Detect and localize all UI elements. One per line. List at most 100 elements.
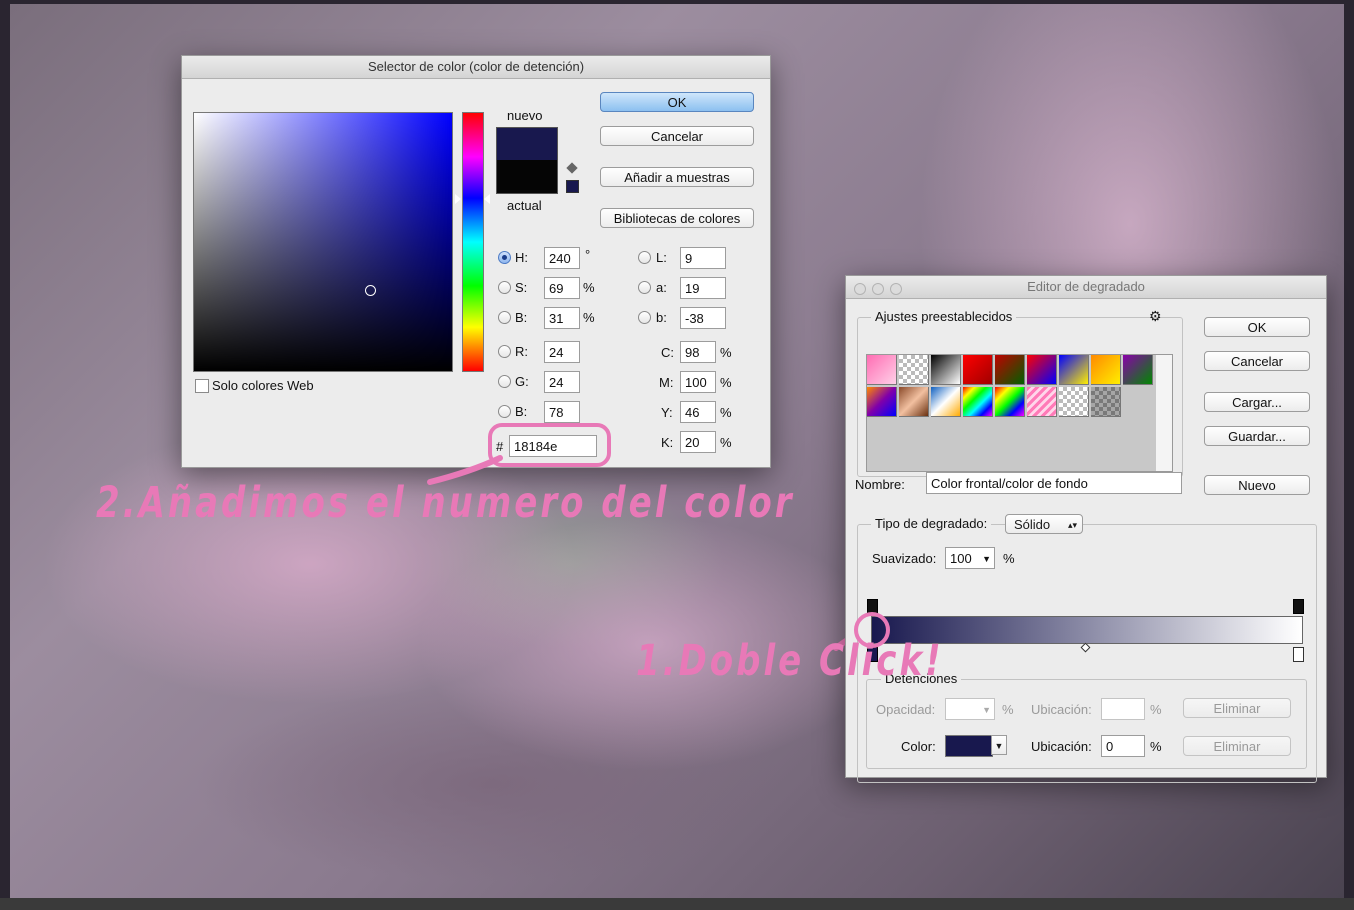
r-field[interactable]: 24 bbox=[544, 341, 580, 363]
saturation-brightness-field[interactable] bbox=[193, 112, 453, 372]
k-field[interactable]: 20 bbox=[680, 431, 716, 453]
a-label: a: bbox=[656, 280, 667, 295]
web-colors-label: Solo colores Web bbox=[212, 378, 314, 393]
hue-slider[interactable] bbox=[462, 112, 484, 372]
opacity-location-field[interactable] bbox=[1101, 698, 1145, 720]
b-label: B: bbox=[515, 404, 528, 419]
y-field[interactable]: 46 bbox=[680, 401, 716, 423]
updown-arrows-icon: ▴▾ bbox=[1067, 520, 1077, 530]
h-field[interactable]: 240 bbox=[544, 247, 580, 269]
smoothness-label: Suavizado: bbox=[872, 551, 937, 566]
smoothness-unit: % bbox=[1003, 551, 1015, 566]
gradient-type-select[interactable]: Sólido ▴▾ bbox=[1005, 514, 1083, 534]
radio-lab-b[interactable] bbox=[638, 311, 651, 324]
stop-color-dropdown[interactable]: ▼ bbox=[991, 735, 1007, 755]
opacity-field[interactable]: ▼ bbox=[945, 698, 995, 720]
preset-swatch[interactable] bbox=[995, 355, 1025, 385]
color-libraries-button[interactable]: Bibliotecas de colores bbox=[600, 208, 754, 228]
delete-color-stop-button[interactable]: Eliminar bbox=[1183, 736, 1291, 756]
smoothness-field[interactable]: 100 ▼ bbox=[945, 547, 995, 569]
opacity-dropdown-icon[interactable]: ▼ bbox=[982, 699, 991, 721]
smoothness-dropdown-icon[interactable]: ▼ bbox=[982, 548, 991, 570]
brightness-field[interactable]: 31 bbox=[544, 307, 580, 329]
preset-swatch[interactable] bbox=[995, 387, 1025, 417]
preset-swatch[interactable] bbox=[1059, 355, 1089, 385]
add-to-swatches-button[interactable]: Añadir a muestras bbox=[600, 167, 754, 187]
radio-h[interactable] bbox=[498, 251, 511, 264]
opacity-location-label: Ubicación: bbox=[1031, 702, 1092, 717]
preset-swatch[interactable] bbox=[867, 387, 897, 417]
out-of-gamut-cube-icon[interactable] bbox=[566, 162, 578, 174]
hue-slider-left-arrow[interactable] bbox=[455, 194, 461, 204]
web-safe-swatch-icon[interactable] bbox=[566, 180, 579, 193]
name-field[interactable]: Color frontal/color de fondo bbox=[926, 472, 1182, 494]
color-stop-right[interactable] bbox=[1293, 647, 1304, 662]
gradient-type-value: Sólido bbox=[1014, 517, 1051, 532]
preset-swatch[interactable] bbox=[931, 355, 961, 385]
b-field[interactable]: 78 bbox=[544, 401, 580, 423]
smoothness-value: 100 bbox=[950, 551, 972, 566]
preset-swatch[interactable] bbox=[1027, 387, 1057, 417]
color-location-field[interactable]: 0 bbox=[1101, 735, 1145, 757]
radio-l[interactable] bbox=[638, 251, 651, 264]
gradient-editor-title: Editor de degradado bbox=[846, 276, 1326, 299]
color-location-label: Ubicación: bbox=[1031, 739, 1092, 754]
lab-b-label: b: bbox=[656, 310, 667, 325]
color-label: Color: bbox=[901, 739, 936, 754]
new-gradient-button[interactable]: Nuevo bbox=[1204, 475, 1310, 495]
radio-s[interactable] bbox=[498, 281, 511, 294]
color-marker[interactable] bbox=[365, 285, 376, 296]
gradient-editor-dialog: Editor de degradado Ajustes preestableci… bbox=[845, 275, 1327, 783]
lab-b-field[interactable]: -38 bbox=[680, 307, 726, 329]
preset-swatch[interactable] bbox=[1091, 387, 1121, 417]
ok-button[interactable]: OK bbox=[600, 92, 754, 112]
hue-slider-right-arrow[interactable] bbox=[484, 194, 490, 204]
close-window-icon[interactable] bbox=[854, 283, 866, 295]
preset-swatch[interactable] bbox=[899, 355, 929, 385]
radio-brightness[interactable] bbox=[498, 311, 511, 324]
preset-swatch[interactable] bbox=[1091, 355, 1121, 385]
zoom-window-icon[interactable] bbox=[890, 283, 902, 295]
preset-swatch[interactable] bbox=[963, 355, 993, 385]
bottom-strip bbox=[0, 898, 1354, 910]
presets-label: Ajustes preestablecidos bbox=[871, 309, 1017, 324]
radio-r[interactable] bbox=[498, 345, 511, 358]
l-field[interactable]: 9 bbox=[680, 247, 726, 269]
presets-gear-icon[interactable]: ⚙ bbox=[1149, 308, 1162, 325]
presets-scrollbar[interactable] bbox=[1156, 354, 1173, 472]
preset-swatch[interactable] bbox=[899, 387, 929, 417]
radio-a[interactable] bbox=[638, 281, 651, 294]
a-field[interactable]: 19 bbox=[680, 277, 726, 299]
preset-swatch[interactable] bbox=[867, 355, 897, 385]
c-field[interactable]: 98 bbox=[680, 341, 716, 363]
cancel-button[interactable]: Cancelar bbox=[600, 126, 754, 146]
gradient-type-label: Tipo de degradado: bbox=[871, 516, 992, 531]
save-button[interactable]: Guardar... bbox=[1204, 426, 1310, 446]
color-picker-dialog: Selector de color (color de detención) n… bbox=[181, 55, 771, 468]
g-field[interactable]: 24 bbox=[544, 371, 580, 393]
annotation-step1: 1.Doble Click! bbox=[636, 636, 944, 686]
preset-swatch[interactable] bbox=[963, 387, 993, 417]
stop-color-swatch[interactable] bbox=[945, 735, 993, 757]
g-label: G: bbox=[515, 374, 529, 389]
preset-swatch[interactable] bbox=[931, 387, 961, 417]
gradient-ok-button[interactable]: OK bbox=[1204, 317, 1310, 337]
opacity-stop-right[interactable] bbox=[1293, 599, 1304, 614]
preset-swatch[interactable] bbox=[1059, 387, 1089, 417]
s-field[interactable]: 69 bbox=[544, 277, 580, 299]
web-colors-checkbox[interactable] bbox=[195, 379, 209, 393]
delete-opacity-stop-button[interactable]: Eliminar bbox=[1183, 698, 1291, 718]
radio-b[interactable] bbox=[498, 405, 511, 418]
new-color-label: nuevo bbox=[507, 108, 543, 123]
s-label: S: bbox=[515, 280, 528, 295]
radio-g[interactable] bbox=[498, 375, 511, 388]
current-color-swatch[interactable] bbox=[496, 160, 558, 194]
minimize-window-icon[interactable] bbox=[872, 283, 884, 295]
load-button[interactable]: Cargar... bbox=[1204, 392, 1310, 412]
preset-swatch[interactable] bbox=[1123, 355, 1153, 385]
gradient-cancel-button[interactable]: Cancelar bbox=[1204, 351, 1310, 371]
m-field[interactable]: 100 bbox=[680, 371, 716, 393]
highlight-ring-hex bbox=[488, 423, 611, 467]
preset-swatch[interactable] bbox=[1027, 355, 1057, 385]
c-unit: % bbox=[720, 345, 732, 360]
